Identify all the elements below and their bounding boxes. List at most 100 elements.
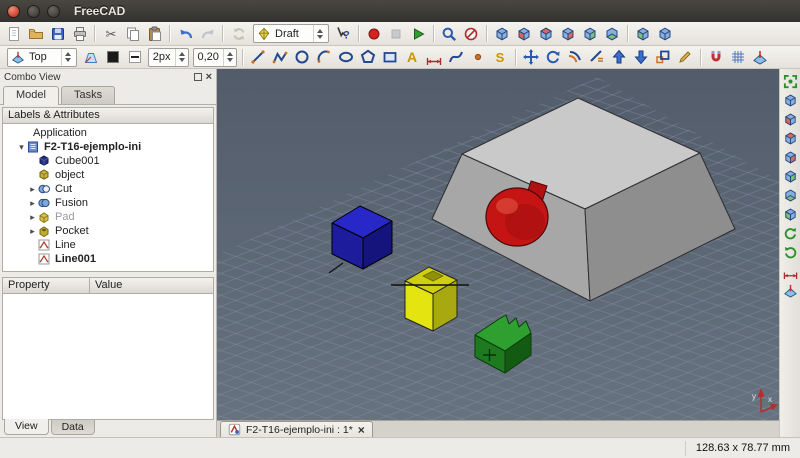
tree-item-fusion[interactable]: ▸Fusion bbox=[3, 196, 213, 210]
clipping-plane-button[interactable] bbox=[781, 282, 799, 298]
draft-offset-button[interactable] bbox=[565, 47, 586, 68]
workbench-selector[interactable]: Draft bbox=[253, 24, 329, 43]
draft-bspline-button[interactable] bbox=[446, 47, 467, 68]
dock-float-button[interactable] bbox=[194, 73, 202, 81]
macro-stop-button[interactable] bbox=[386, 23, 407, 44]
fit-all-button[interactable] bbox=[781, 73, 799, 89]
draft-circle-button[interactable] bbox=[292, 47, 313, 68]
draft-point-button[interactable] bbox=[468, 47, 489, 68]
new-document-button[interactable] bbox=[3, 23, 24, 44]
right-view-button[interactable] bbox=[781, 149, 799, 165]
working-plane-selector[interactable]: Top bbox=[7, 48, 77, 67]
save-button[interactable] bbox=[47, 23, 68, 44]
print-button[interactable] bbox=[69, 23, 90, 44]
box-zoom-button[interactable] bbox=[439, 23, 460, 44]
whats-this-button[interactable]: ? bbox=[333, 23, 354, 44]
draft-upgrade-button[interactable] bbox=[609, 47, 630, 68]
expander-icon[interactable]: ▸ bbox=[27, 184, 38, 195]
expander-icon[interactable]: ▸ bbox=[27, 226, 38, 237]
tree-item-application[interactable]: Application bbox=[3, 126, 213, 140]
tab-data[interactable]: Data bbox=[51, 420, 95, 435]
paste-button[interactable] bbox=[144, 23, 165, 44]
rotate-right-button[interactable] bbox=[781, 244, 799, 260]
draft-rectangle-button[interactable] bbox=[380, 47, 401, 68]
right-view-button[interactable] bbox=[558, 23, 579, 44]
face-color-swatch[interactable] bbox=[125, 47, 146, 68]
tree-item-f2-t16-ejemplo-ini[interactable]: ▾F2-T16-ejemplo-ini bbox=[3, 140, 213, 154]
scale-spinbox[interactable]: 0,20 bbox=[193, 48, 237, 67]
macro-play-button[interactable] bbox=[408, 23, 429, 44]
3d-viewport[interactable]: y x bbox=[217, 69, 779, 420]
left-view-button[interactable] bbox=[633, 23, 654, 44]
draft-polygon-button[interactable] bbox=[358, 47, 379, 68]
draft-downgrade-button[interactable] bbox=[631, 47, 652, 68]
left-view-button[interactable] bbox=[781, 206, 799, 222]
axonometric-view-button[interactable] bbox=[781, 92, 799, 108]
dock-close-button[interactable]: × bbox=[206, 72, 212, 82]
axonometric-view-button[interactable] bbox=[492, 23, 513, 44]
expander-icon[interactable]: ▸ bbox=[27, 212, 38, 223]
rotate-left-button[interactable] bbox=[781, 225, 799, 241]
top-view-button[interactable] bbox=[536, 23, 557, 44]
draft-wire-button[interactable] bbox=[270, 47, 291, 68]
bottom-view-button[interactable] bbox=[781, 187, 799, 203]
expander-icon[interactable]: ▾ bbox=[16, 142, 27, 153]
measure-distance-button[interactable] bbox=[781, 263, 799, 279]
draft-trim-button[interactable] bbox=[587, 47, 608, 68]
expander-icon[interactable]: ▸ bbox=[27, 198, 38, 209]
front-view-button[interactable] bbox=[514, 23, 535, 44]
draft-working-plane-button[interactable] bbox=[750, 47, 771, 68]
window-close-button[interactable] bbox=[7, 5, 20, 18]
tab-model[interactable]: Model bbox=[3, 86, 59, 105]
draw-style-button[interactable] bbox=[461, 23, 482, 44]
combo-spin-arrows[interactable] bbox=[61, 49, 74, 66]
window-minimize-button[interactable] bbox=[27, 5, 40, 18]
draft-rotate-button[interactable] bbox=[543, 47, 564, 68]
tree-item-line[interactable]: Line bbox=[3, 238, 213, 252]
combo-view-titlebar[interactable]: Combo View × bbox=[0, 69, 216, 85]
tree-item-cut[interactable]: ▸Cut bbox=[3, 182, 213, 196]
draft-move-button[interactable] bbox=[521, 47, 542, 68]
draft-shapestring-button[interactable]: S bbox=[490, 47, 511, 68]
line-color-swatch[interactable] bbox=[103, 47, 124, 68]
spin-arrows[interactable] bbox=[175, 49, 188, 66]
tree-item-pocket[interactable]: ▸Pocket bbox=[3, 224, 213, 238]
refresh-button[interactable] bbox=[228, 23, 249, 44]
cut-button[interactable]: ✂ bbox=[100, 23, 121, 44]
combo-spin-arrows[interactable] bbox=[313, 25, 326, 42]
document-tab[interactable]: F2-T16-ejemplo-ini : 1* × bbox=[220, 421, 373, 437]
isometric-view-button[interactable] bbox=[655, 23, 676, 44]
draft-arc-button[interactable] bbox=[314, 47, 335, 68]
top-view-button[interactable] bbox=[781, 130, 799, 146]
draft-scale-button[interactable] bbox=[653, 47, 674, 68]
spin-arrows[interactable] bbox=[223, 49, 236, 66]
tab-tasks[interactable]: Tasks bbox=[61, 86, 115, 104]
part-green-gear[interactable] bbox=[475, 315, 531, 373]
draft-edit-button[interactable] bbox=[675, 47, 696, 68]
part-blue-cube[interactable] bbox=[329, 206, 392, 273]
rear-view-button[interactable] bbox=[781, 168, 799, 184]
select-plane-button[interactable] bbox=[81, 47, 102, 68]
redo-button[interactable] bbox=[197, 23, 218, 44]
rear-view-button[interactable] bbox=[580, 23, 601, 44]
tree-item-cube001[interactable]: Cube001 bbox=[3, 154, 213, 168]
window-titlebar[interactable]: FreeCAD bbox=[0, 0, 800, 22]
line-width-spinbox[interactable]: 2px bbox=[148, 48, 189, 67]
draft-snap-button[interactable] bbox=[706, 47, 727, 68]
tree-item-object[interactable]: object bbox=[3, 168, 213, 182]
draft-ellipse-button[interactable] bbox=[336, 47, 357, 68]
3d-scene[interactable]: y x bbox=[217, 69, 779, 420]
tree-item-pad[interactable]: ▸Pad bbox=[3, 210, 213, 224]
window-maximize-button[interactable] bbox=[47, 5, 60, 18]
open-document-button[interactable] bbox=[25, 23, 46, 44]
draft-toggle-grid-button[interactable] bbox=[728, 47, 749, 68]
tab-view[interactable]: View bbox=[4, 419, 49, 435]
front-view-button[interactable] bbox=[781, 111, 799, 127]
draft-line-button[interactable] bbox=[248, 47, 269, 68]
copy-button[interactable] bbox=[122, 23, 143, 44]
bottom-view-button[interactable] bbox=[602, 23, 623, 44]
close-icon[interactable]: × bbox=[358, 425, 365, 435]
undo-button[interactable] bbox=[175, 23, 196, 44]
macro-record-button[interactable] bbox=[364, 23, 385, 44]
draft-dimension-button[interactable] bbox=[424, 47, 445, 68]
